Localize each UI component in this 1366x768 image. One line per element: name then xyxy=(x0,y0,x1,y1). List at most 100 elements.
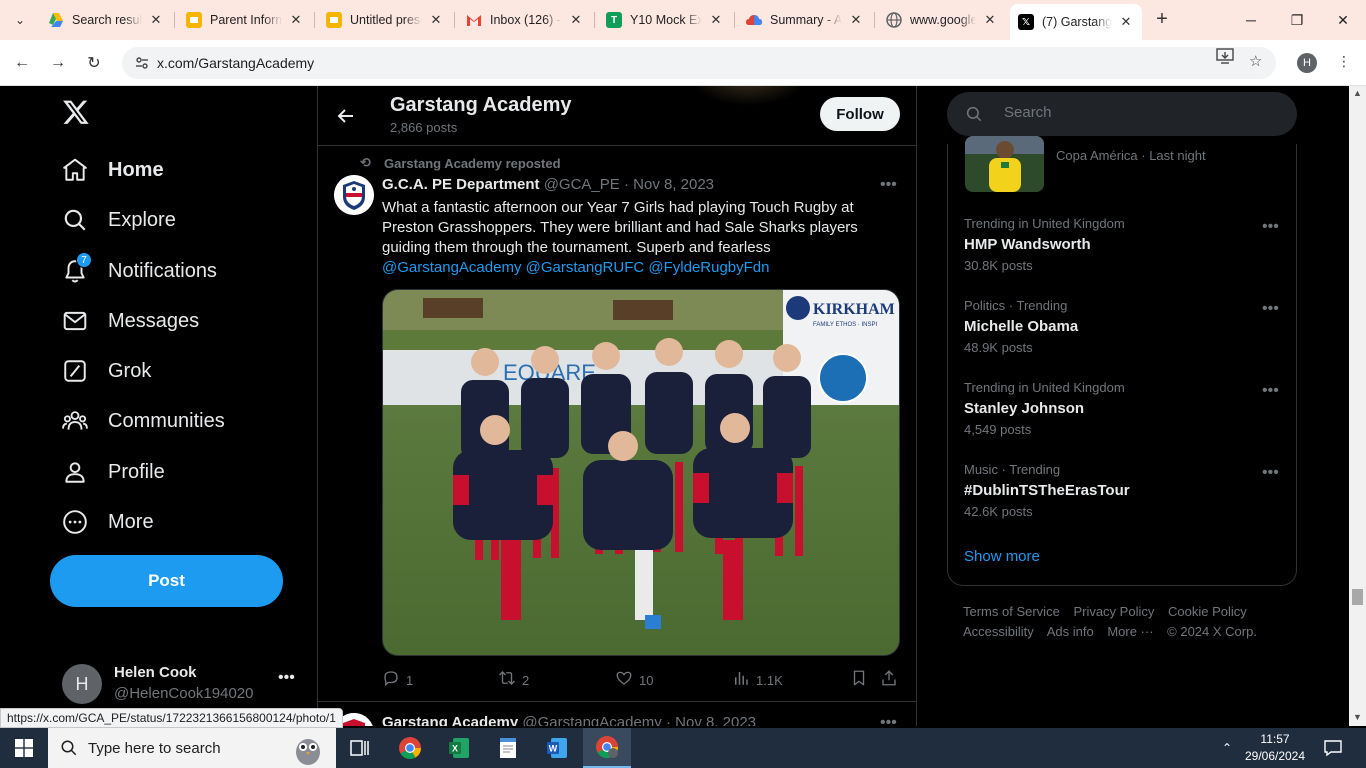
more-horizontal-icon[interactable]: ••• xyxy=(278,669,295,687)
close-icon[interactable]: ✕ xyxy=(982,12,998,28)
repost-label[interactable]: Garstang Academy reposted xyxy=(384,156,561,171)
taskbar-clock[interactable]: 11:57 29/06/2024 xyxy=(1240,731,1310,765)
close-window-button[interactable]: ✕ xyxy=(1320,0,1366,40)
nav-explore[interactable]: Explore xyxy=(62,200,176,240)
repost-button[interactable]: 2 xyxy=(498,669,529,691)
nav-messages[interactable]: Messages xyxy=(62,301,199,341)
tweet-date[interactable]: Nov 8, 2023 xyxy=(633,176,714,193)
tab-search-button[interactable]: ⌄ xyxy=(8,8,32,32)
browser-tab[interactable]: Inbox (126) - ✕ xyxy=(458,4,592,36)
more-horizontal-icon[interactable]: ••• xyxy=(1262,382,1279,400)
restore-button[interactable]: ❐ xyxy=(1274,0,1320,40)
search-input[interactable]: Search xyxy=(947,92,1297,136)
tweet-date[interactable]: Nov 8, 2023 xyxy=(675,714,756,726)
nav-grok[interactable]: Grok xyxy=(62,351,151,391)
minimize-button[interactable]: ─ xyxy=(1228,0,1274,40)
tweet-mentions[interactable]: @GarstangAcademy @GarstangRUFC @FyldeRug… xyxy=(382,259,770,276)
more-horizontal-icon[interactable]: ••• xyxy=(1262,300,1279,318)
browser-tab[interactable]: www.google.com ✕ xyxy=(878,4,1006,36)
back-button[interactable] xyxy=(332,102,360,130)
trend-name: Stanley Johnson xyxy=(964,400,1085,417)
taskbar-search-input[interactable]: Type here to search xyxy=(48,728,336,768)
taskbar-notepad[interactable] xyxy=(484,728,532,768)
footer-link[interactable]: Ads info xyxy=(1047,624,1094,639)
author-handle[interactable]: @GCA_PE xyxy=(544,176,620,193)
author-name[interactable]: G.C.A. PE Department xyxy=(382,176,540,193)
taskbar-excel[interactable]: X xyxy=(435,728,483,768)
nav-more[interactable]: More xyxy=(62,502,154,542)
close-icon[interactable]: ✕ xyxy=(708,12,724,28)
post-button[interactable]: Post xyxy=(50,555,283,607)
scrollbar-thumb[interactable] xyxy=(1352,589,1363,605)
tweet[interactable]: ⟲ Garstang Academy reposted G.C.A. PE De… xyxy=(318,146,916,702)
bookmark-star-icon[interactable]: ☆ xyxy=(1249,52,1262,70)
tray-overflow-button[interactable]: ⌃ xyxy=(1222,728,1232,768)
more-horizontal-icon[interactable]: ••• xyxy=(880,714,897,726)
nav-profile[interactable]: Profile xyxy=(62,452,165,492)
browser-tab[interactable]: Summary - All ✕ xyxy=(738,4,872,36)
close-icon[interactable]: ✕ xyxy=(148,12,164,28)
new-tab-button[interactable]: + xyxy=(1150,8,1174,32)
footer-link[interactable]: More ··· xyxy=(1107,624,1153,639)
view-count: 1.1K xyxy=(756,672,783,688)
taskbar-chrome-profile[interactable] xyxy=(583,728,631,768)
browser-tab[interactable]: Search results ✕ xyxy=(40,4,172,36)
task-view-button[interactable] xyxy=(336,728,384,768)
site-settings-icon[interactable] xyxy=(134,55,150,71)
browser-profile-avatar[interactable]: H xyxy=(1297,53,1317,73)
author-handle[interactable]: @GarstangAcademy xyxy=(522,714,661,726)
footer-link[interactable]: Accessibility xyxy=(963,624,1034,639)
account-switcher[interactable]: H Helen Cook @HelenCook194020 ••• xyxy=(62,661,302,711)
trend-thumbnail[interactable] xyxy=(965,136,1044,192)
trend-item[interactable]: Music · Trending #DublinTSTheErasTour 42… xyxy=(948,462,1296,544)
tweet[interactable]: Garstang Academy @GarstangAcademy · Nov … xyxy=(318,703,916,726)
views-button[interactable]: 1.1K xyxy=(732,669,783,691)
close-icon[interactable]: ✕ xyxy=(568,12,584,28)
back-button[interactable]: ← xyxy=(8,49,36,77)
scroll-up-icon[interactable]: ▲ xyxy=(1353,88,1362,98)
browser-tab[interactable]: Untitled presentation ✕ xyxy=(318,4,452,36)
more-horizontal-icon[interactable]: ••• xyxy=(880,176,897,194)
tweet-photo[interactable]: KIRKHAM FAMILY ETHOS · INSPI EQUARE xyxy=(382,289,900,656)
trend-item[interactable]: Trending in United Kingdom HMP Wandswort… xyxy=(948,216,1296,298)
show-more-link[interactable]: Show more xyxy=(964,548,1040,565)
follow-button[interactable]: Follow xyxy=(820,97,900,131)
document-icon xyxy=(500,738,516,758)
close-icon[interactable]: ✕ xyxy=(848,12,864,28)
reload-button[interactable]: ↻ xyxy=(80,49,108,77)
nav-home[interactable]: Home xyxy=(62,150,164,190)
browser-menu-icon[interactable]: ⋮ xyxy=(1336,53,1352,73)
scroll-down-icon[interactable]: ▼ xyxy=(1353,712,1362,722)
nav-communities[interactable]: Communities xyxy=(62,401,225,441)
search-icon xyxy=(60,739,78,757)
trend-item[interactable]: Politics · Trending Michelle Obama 48.9K… xyxy=(948,298,1296,380)
more-horizontal-icon[interactable]: ••• xyxy=(1262,218,1279,236)
install-app-icon[interactable] xyxy=(1216,47,1234,69)
avatar[interactable] xyxy=(334,175,374,215)
taskbar-word[interactable]: W xyxy=(533,728,581,768)
browser-tab[interactable]: T Y10 Mock Exams ✕ xyxy=(598,4,732,36)
footer-link[interactable]: Cookie Policy xyxy=(1168,604,1247,619)
taskbar-chrome[interactable] xyxy=(386,728,434,768)
like-button[interactable]: 10 xyxy=(615,669,653,691)
footer-link[interactable]: Terms of Service xyxy=(963,604,1060,619)
footer-link[interactable]: Privacy Policy xyxy=(1073,604,1154,619)
author-name[interactable]: Garstang Academy xyxy=(382,714,518,726)
browser-tab-active[interactable]: 𝕏 (7) Garstang Academy ✕ xyxy=(1010,4,1142,40)
start-button[interactable] xyxy=(0,728,48,768)
address-bar[interactable]: x.com/GarstangAcademy xyxy=(122,47,1276,79)
more-horizontal-icon[interactable]: ••• xyxy=(1262,464,1279,482)
page-scrollbar[interactable]: ▲ ▼ xyxy=(1349,86,1366,726)
x-page: Home Explore Notifications Messages Grok xyxy=(0,86,1349,726)
close-icon[interactable]: ✕ xyxy=(288,12,304,28)
close-icon[interactable]: ✕ xyxy=(1118,14,1134,30)
action-center-button[interactable] xyxy=(1324,728,1342,768)
close-icon[interactable]: ✕ xyxy=(428,12,444,28)
bookmark-button[interactable] xyxy=(850,669,874,691)
trend-item[interactable]: Trending in United Kingdom Stanley Johns… xyxy=(948,380,1296,462)
x-logo-icon[interactable] xyxy=(62,98,90,126)
forward-button[interactable]: → xyxy=(44,49,72,77)
share-button[interactable] xyxy=(880,669,904,691)
reply-button[interactable]: 1 xyxy=(382,669,413,691)
browser-tab[interactable]: Parent Information ✕ xyxy=(178,4,312,36)
